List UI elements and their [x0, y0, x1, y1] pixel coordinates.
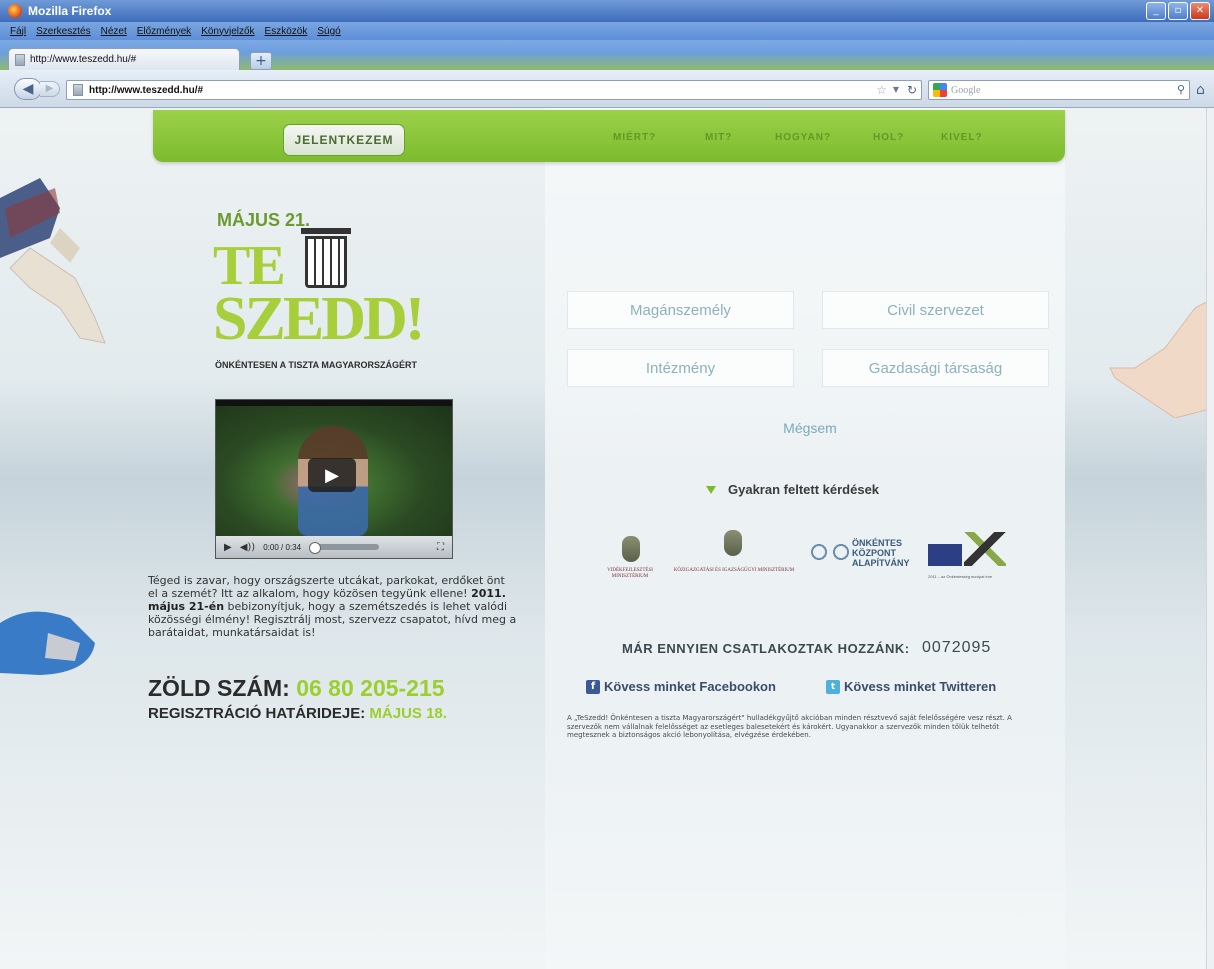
- facebook-label: Kövess minket Facebookon: [604, 679, 776, 694]
- nav-with-whom[interactable]: KIVEL?: [941, 132, 983, 143]
- search-bar[interactable]: Google ⚲: [928, 80, 1190, 100]
- okt-line-3: ALAPÍTVÁNY: [852, 558, 910, 568]
- play-icon[interactable]: ▶: [308, 458, 356, 492]
- hand-right-image: [1109, 298, 1214, 418]
- url-dropdown-icon[interactable]: ▼: [893, 85, 899, 94]
- menu-history[interactable]: Előzmények: [137, 26, 191, 37]
- video-thumbnail: ▶: [216, 406, 452, 536]
- tab-bar: http://www.teszedd.hu/# +: [0, 40, 1214, 70]
- site-identity-icon[interactable]: [73, 84, 83, 96]
- green-number-value: 06 80 205-215: [296, 675, 445, 701]
- volume-icon[interactable]: ◀)): [240, 542, 256, 553]
- menu-edit[interactable]: Szerkesztés: [36, 26, 90, 37]
- page-scrollbar[interactable]: [1206, 108, 1214, 969]
- teszedd-logo[interactable]: MÁJUS 21. TE SZEDD! ÖNKÉNTESEN A TISZTA …: [213, 210, 458, 375]
- menu-view[interactable]: Nézet: [101, 26, 127, 37]
- twitter-link[interactable]: t Kövess minket Twitteren: [826, 679, 996, 694]
- okt-line-2: KÖZPONT: [852, 548, 896, 558]
- nav-why[interactable]: MIÉRT?: [613, 132, 656, 143]
- choice-company-button[interactable]: Gazdasági társaság: [822, 349, 1049, 387]
- sponsor-logos: VIDÉKFEJLESZTÉSI MINISZTÉRIUM KÖZIGAZGAT…: [590, 528, 1040, 598]
- window-title: Mozilla Firefox: [28, 4, 112, 18]
- expand-triangle-icon: [706, 485, 716, 494]
- tab-title: http://www.teszedd.hu/#: [30, 54, 137, 65]
- address-bar[interactable]: http://www.teszedd.hu/# ☆ ▼ ↻: [66, 80, 922, 100]
- menu-bookmarks[interactable]: Könyvjelzők: [201, 26, 254, 37]
- new-tab-button[interactable]: +: [250, 52, 272, 70]
- twitter-label: Kövess minket Twitteren: [844, 679, 997, 694]
- registration-deadline: REGISZTRÁCIÓ HATÁRIDEJE: MÁJUS 18.: [148, 705, 447, 722]
- minimize-button[interactable]: _: [1146, 2, 1166, 20]
- close-button[interactable]: ✕: [1190, 2, 1210, 20]
- window-titlebar: Mozilla Firefox _ ▫ ✕: [0, 0, 1214, 22]
- sponsor-ministry-2: KÖZIGAZGATÁSI ÉS IGAZSÁGÜGYI MINISZTÉRIU…: [673, 568, 795, 573]
- video-player[interactable]: ▶ ▶ ◀)) 0:00 / 0:34 ⛶: [215, 399, 453, 559]
- video-play-icon[interactable]: ▶: [224, 542, 232, 553]
- tab-teszedd[interactable]: http://www.teszedd.hu/#: [8, 48, 240, 70]
- eu-year-text: 2011 – az Önkéntesség európai éve: [928, 574, 992, 579]
- green-number: ZÖLD SZÁM: 06 80 205-215: [148, 675, 445, 702]
- intro-text: Téged is zavar, hogy országszerte utcáka…: [148, 574, 518, 639]
- navigation-toolbar: ◀ ▶ http://www.teszedd.hu/# ☆ ▼ ↻ Google…: [0, 70, 1214, 108]
- home-icon[interactable]: ⌂: [1196, 82, 1205, 98]
- video-controls: ▶ ◀)) 0:00 / 0:34 ⛶: [216, 536, 452, 558]
- nav-how[interactable]: HOGYAN?: [775, 132, 831, 143]
- okt-logo-icon: [808, 540, 852, 564]
- video-time: 0:00 / 0:34: [263, 542, 302, 552]
- green-number-label: ZÖLD SZÁM:: [148, 675, 297, 701]
- joined-label: MÁR ENNYIEN CSATLAKOZTAK HOZZÁNK:: [622, 641, 910, 656]
- nav-what[interactable]: MIT?: [705, 132, 732, 143]
- search-placeholder: Google: [951, 84, 981, 96]
- deadline-date: MÁJUS 18.: [369, 705, 447, 722]
- video-progress-bar[interactable]: [309, 542, 380, 554]
- menu-bar: Fájl Szerkesztés Nézet Előzmények Könyvj…: [0, 22, 1214, 40]
- joined-counter: 0072095: [922, 639, 992, 656]
- coat-of-arms-icon: [622, 536, 640, 562]
- firefox-icon: [8, 4, 22, 18]
- forward-button[interactable]: ▶: [40, 81, 60, 97]
- web-page: JELENTKEZEM MIÉRT? MIT? HOGYAN? HOL? KIV…: [0, 108, 1214, 969]
- okt-line-1: ÖNKÉNTES: [852, 538, 903, 548]
- choice-institution-button[interactable]: Intézmény: [567, 349, 794, 387]
- choice-civil-org-button[interactable]: Civil szervezet: [822, 291, 1049, 329]
- signup-button[interactable]: JELENTKEZEM: [283, 124, 405, 156]
- twitter-icon: t: [826, 679, 840, 694]
- reload-icon[interactable]: ↻: [907, 83, 917, 97]
- sponsor-ministry-1: VIDÉKFEJLESZTÉSI MINISZTÉRIUM: [607, 568, 653, 579]
- eu-flag-icon: [928, 544, 962, 566]
- main-navigation: JELENTKEZEM MIÉRT? MIT? HOGYAN? HOL? KIV…: [153, 110, 1065, 162]
- menu-help[interactable]: Súgó: [317, 26, 340, 37]
- menu-tools[interactable]: Eszközök: [265, 26, 308, 37]
- gloved-hand-left-image: [0, 178, 106, 344]
- facebook-link[interactable]: f Kövess minket Facebookon: [586, 679, 776, 694]
- coat-of-arms-icon: [724, 530, 742, 556]
- logo-subtitle: ÖNKÉNTESEN A TISZTA MAGYARORSZÁGÉRT: [215, 360, 418, 370]
- cancel-link[interactable]: Mégsem: [740, 420, 880, 436]
- disclaimer-text: A „TeSzedd! Önkéntesen a tiszta Magyaror…: [567, 714, 1012, 739]
- logo-date: MÁJUS 21.: [217, 210, 311, 230]
- bookmark-star-icon[interactable]: ☆: [876, 83, 887, 97]
- trash-bin-icon: [305, 236, 347, 288]
- search-icon[interactable]: ⚲: [1177, 83, 1185, 96]
- deadline-label: REGISZTRÁCIÓ HATÁRIDEJE:: [148, 705, 370, 722]
- google-icon[interactable]: [933, 83, 947, 97]
- faq-label: Gyakran feltett kérdések: [728, 482, 880, 497]
- faq-link[interactable]: Gyakran feltett kérdések: [706, 482, 879, 497]
- fullscreen-icon[interactable]: ⛶: [437, 542, 444, 553]
- url-text: http://www.teszedd.hu/#: [89, 84, 204, 96]
- blue-bag-image: [0, 611, 95, 675]
- okt-name: ÖNKÉNTES KÖZPONT ALAPÍTVÁNY: [852, 538, 910, 568]
- back-button[interactable]: ◀: [14, 78, 42, 100]
- trash-bin-lid-icon: [301, 228, 351, 234]
- choice-private-person-button[interactable]: Magánszemély: [567, 291, 794, 329]
- menu-file[interactable]: Fájl: [10, 26, 26, 37]
- facebook-icon: f: [586, 679, 600, 694]
- window-controls: _ ▫ ✕: [1146, 2, 1210, 20]
- logo-szedd: SZEDD!: [213, 285, 425, 353]
- nav-where[interactable]: HOL?: [873, 132, 904, 143]
- intro-text-part1: Téged is zavar, hogy országszerte utcáka…: [148, 574, 505, 600]
- page-favicon-icon: [15, 53, 25, 66]
- volunteer-year-logo-icon: [964, 532, 1006, 566]
- maximize-button[interactable]: ▫: [1168, 2, 1188, 20]
